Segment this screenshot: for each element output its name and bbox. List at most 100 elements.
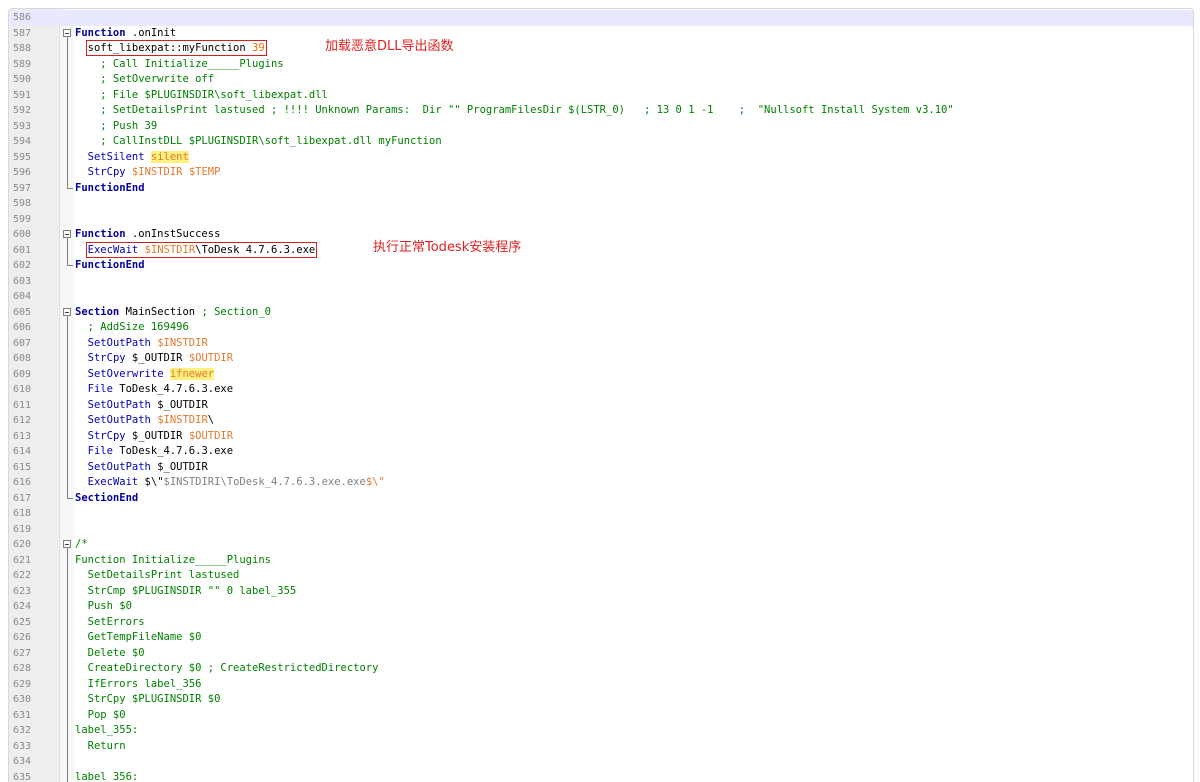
- code-line[interactable]: 624 Push $0: [9, 599, 1193, 615]
- code-text[interactable]: ; Call Initialize_____Plugins: [75, 57, 284, 73]
- code-line[interactable]: 622 SetDetailsPrint lastused: [9, 568, 1193, 584]
- code-line[interactable]: 591 ; File $PLUGINSDIR\soft_libexpat.dll: [9, 88, 1193, 104]
- code-text[interactable]: SetOutPath $_OUTDIR: [75, 460, 208, 476]
- code-line[interactable]: 590 ; SetOverwrite off: [9, 72, 1193, 88]
- code-text[interactable]: GetTempFileName $0: [75, 630, 201, 646]
- fold-guide: [63, 72, 73, 88]
- code-text[interactable]: CreateDirectory $0 ; CreateRestrictedDir…: [75, 661, 378, 677]
- code-line[interactable]: 602FunctionEnd: [9, 258, 1193, 274]
- code-line[interactable]: 601 ExecWait $INSTDIR\ToDesk 4.7.6.3.exe: [9, 243, 1193, 259]
- code-line[interactable]: 617SectionEnd: [9, 491, 1193, 507]
- code-line[interactable]: 627 Delete $0: [9, 646, 1193, 662]
- code-line[interactable]: 613 StrCpy $_OUTDIR $OUTDIR: [9, 429, 1193, 445]
- code-line[interactable]: 607 SetOutPath $INSTDIR: [9, 336, 1193, 352]
- code-line[interactable]: 589 ; Call Initialize_____Plugins: [9, 57, 1193, 73]
- code-text[interactable]: ; AddSize 169496: [75, 320, 189, 336]
- code-text[interactable]: StrCpy $_OUTDIR $OUTDIR: [75, 429, 233, 445]
- code-text[interactable]: SetOutPath $INSTDIR: [75, 336, 208, 352]
- code-line[interactable]: 630 StrCpy $PLUGINSDIR $0: [9, 692, 1193, 708]
- code-text[interactable]: ; CallInstDLL $PLUGINSDIR\soft_libexpat.…: [75, 134, 442, 150]
- code-line[interactable]: 634: [9, 754, 1193, 770]
- code-text[interactable]: StrCpy $PLUGINSDIR $0: [75, 692, 220, 708]
- code-token: ; Section_0: [201, 306, 271, 318]
- code-text[interactable]: ExecWait $\"$INSTDIRI\ToDesk_4.7.6.3.exe…: [75, 475, 385, 491]
- code-text[interactable]: StrCpy $INSTDIR $TEMP: [75, 165, 220, 181]
- code-token: SetOutPath: [88, 414, 151, 426]
- code-line[interactable]: 604: [9, 289, 1193, 305]
- code-text[interactable]: soft_libexpat::myFunction 39: [75, 41, 265, 57]
- code-text[interactable]: File ToDesk_4.7.6.3.exe: [75, 444, 233, 460]
- code-text[interactable]: IfErrors label_356: [75, 677, 201, 693]
- code-text[interactable]: SetOutPath $_OUTDIR: [75, 398, 208, 414]
- code-line[interactable]: 608 StrCpy $_OUTDIR $OUTDIR: [9, 351, 1193, 367]
- code-text[interactable]: SectionEnd: [75, 491, 138, 507]
- code-line[interactable]: 628 CreateDirectory $0 ; CreateRestricte…: [9, 661, 1193, 677]
- code-line[interactable]: 618: [9, 506, 1193, 522]
- code-text[interactable]: StrCpy $_OUTDIR $OUTDIR: [75, 351, 233, 367]
- code-text[interactable]: Function Initialize_____Plugins: [75, 553, 271, 569]
- code-text[interactable]: Delete $0: [75, 646, 145, 662]
- code-text[interactable]: Function .onInit: [75, 26, 176, 42]
- code-line[interactable]: 620/*: [9, 537, 1193, 553]
- fold-toggle-icon[interactable]: [63, 227, 73, 243]
- code-text[interactable]: label_355:: [75, 723, 138, 739]
- code-line[interactable]: 629 IfErrors label_356: [9, 677, 1193, 693]
- code-line[interactable]: 616 ExecWait $\"$INSTDIRI\ToDesk_4.7.6.3…: [9, 475, 1193, 491]
- code-line[interactable]: 626 GetTempFileName $0: [9, 630, 1193, 646]
- code-text[interactable]: StrCmp $PLUGINSDIR "" 0 label_355: [75, 584, 296, 600]
- code-line[interactable]: 588 soft_libexpat::myFunction 39: [9, 41, 1193, 57]
- code-line[interactable]: 595 SetSilent silent: [9, 150, 1193, 166]
- fold-toggle-icon[interactable]: [63, 26, 73, 42]
- code-text[interactable]: Section MainSection ; Section_0: [75, 305, 271, 321]
- code-line[interactable]: 623 StrCmp $PLUGINSDIR "" 0 label_355: [9, 584, 1193, 600]
- code-line[interactable]: 594 ; CallInstDLL $PLUGINSDIR\soft_libex…: [9, 134, 1193, 150]
- code-line[interactable]: 621Function Initialize_____Plugins: [9, 553, 1193, 569]
- code-line[interactable]: 600Function .onInstSuccess: [9, 227, 1193, 243]
- code-text[interactable]: ExecWait $INSTDIR\ToDesk 4.7.6.3.exe: [75, 243, 315, 259]
- code-text[interactable]: SetOverwrite ifnewer: [75, 367, 214, 383]
- code-line[interactable]: 593 ; Push 39: [9, 119, 1193, 135]
- code-text[interactable]: ; SetOverwrite off: [75, 72, 214, 88]
- code-text[interactable]: FunctionEnd: [75, 181, 145, 197]
- code-text[interactable]: ; SetDetailsPrint lastused ; !!!! Unknow…: [75, 103, 954, 119]
- code-text[interactable]: ; Push 39: [75, 119, 157, 135]
- code-line[interactable]: 632label_355:: [9, 723, 1193, 739]
- code-line[interactable]: 598: [9, 196, 1193, 212]
- fold-toggle-icon[interactable]: [63, 305, 73, 321]
- code-text[interactable]: FunctionEnd: [75, 258, 145, 274]
- code-text[interactable]: SetSilent silent: [75, 150, 189, 166]
- code-line[interactable]: 596 StrCpy $INSTDIR $TEMP: [9, 165, 1193, 181]
- code-line[interactable]: 597FunctionEnd: [9, 181, 1193, 197]
- code-line[interactable]: 587Function .onInit: [9, 26, 1193, 42]
- code-text[interactable]: Pop $0: [75, 708, 126, 724]
- code-text[interactable]: File ToDesk_4.7.6.3.exe: [75, 382, 233, 398]
- code-text[interactable]: Function .onInstSuccess: [75, 227, 220, 243]
- code-text[interactable]: ; File $PLUGINSDIR\soft_libexpat.dll: [75, 88, 328, 104]
- code-text[interactable]: label_356:: [75, 770, 138, 782]
- code-line[interactable]: 605Section MainSection ; Section_0: [9, 305, 1193, 321]
- code-line[interactable]: 606 ; AddSize 169496: [9, 320, 1193, 336]
- code-text[interactable]: /*: [75, 537, 88, 553]
- code-line[interactable]: 611 SetOutPath $_OUTDIR: [9, 398, 1193, 414]
- code-text[interactable]: Push $0: [75, 599, 132, 615]
- code-line[interactable]: 625 SetErrors: [9, 615, 1193, 631]
- code-line[interactable]: 612 SetOutPath $INSTDIR\: [9, 413, 1193, 429]
- code-line[interactable]: 610 File ToDesk_4.7.6.3.exe: [9, 382, 1193, 398]
- code-line[interactable]: 592 ; SetDetailsPrint lastused ; !!!! Un…: [9, 103, 1193, 119]
- code-text[interactable]: SetDetailsPrint lastused: [75, 568, 239, 584]
- code-line[interactable]: 609 SetOverwrite ifnewer: [9, 367, 1193, 383]
- code-line[interactable]: 614 File ToDesk_4.7.6.3.exe: [9, 444, 1193, 460]
- code-line[interactable]: 603: [9, 274, 1193, 290]
- code-line[interactable]: 633 Return: [9, 739, 1193, 755]
- code-line[interactable]: 631 Pop $0: [9, 708, 1193, 724]
- code-line[interactable]: 635label_356:: [9, 770, 1193, 782]
- code-text[interactable]: SetOutPath $INSTDIR\: [75, 413, 214, 429]
- fold-toggle-icon[interactable]: [63, 537, 73, 553]
- code-editor[interactable]: 586587Function .onInit588 soft_libexpat:…: [8, 8, 1194, 782]
- code-line[interactable]: 619: [9, 522, 1193, 538]
- code-text[interactable]: Return: [75, 739, 126, 755]
- code-line[interactable]: 615 SetOutPath $_OUTDIR: [9, 460, 1193, 476]
- code-text[interactable]: SetErrors: [75, 615, 145, 631]
- code-line[interactable]: 599: [9, 212, 1193, 228]
- code-line[interactable]: 586: [9, 10, 1193, 26]
